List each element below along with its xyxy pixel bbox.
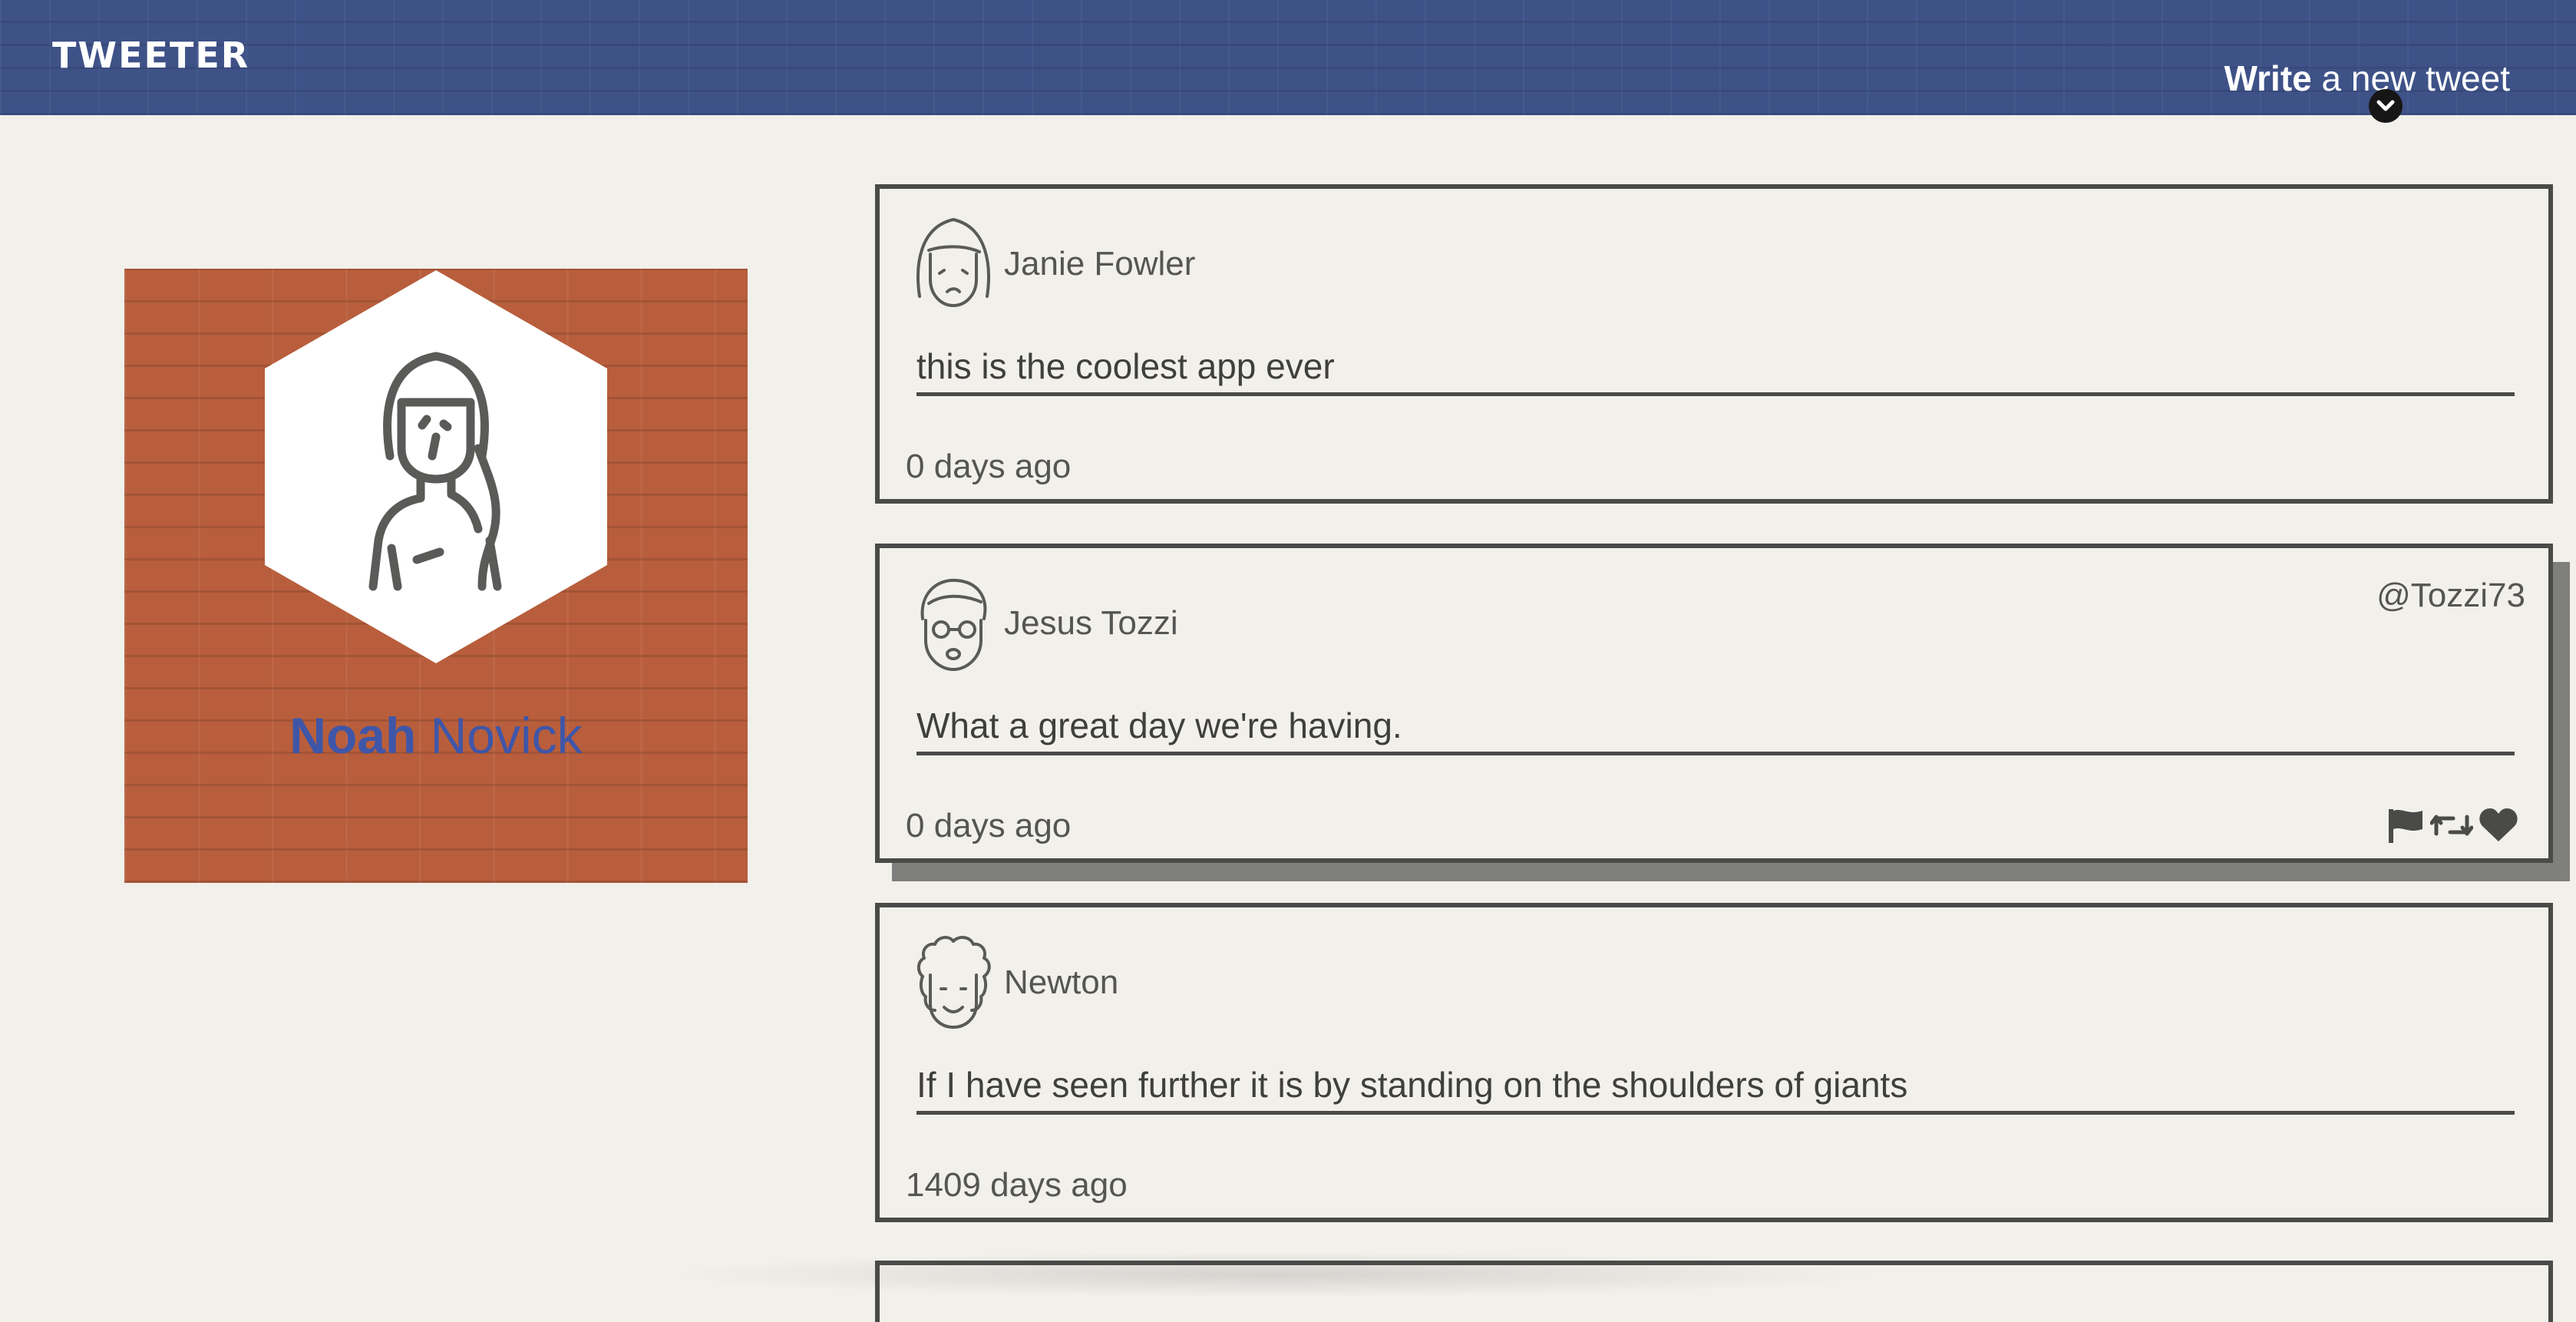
retweet-icon[interactable]: [2429, 806, 2474, 848]
tweet-author[interactable]: Janie Fowler: [1004, 245, 1195, 283]
flag-icon[interactable]: [2386, 806, 2426, 848]
compose-label-bold: Write: [2224, 58, 2312, 98]
profile-name: Noah Novick: [124, 706, 748, 765]
tweet-timestamp: 1409 days ago: [906, 1166, 1128, 1204]
chevron-down-icon[interactable]: [2369, 89, 2403, 123]
profile-avatar-frame: [265, 270, 607, 663]
profile-card: Noah Novick: [124, 269, 748, 883]
tweet-actions: [2386, 806, 2519, 848]
profile-last-name: Novick: [430, 707, 583, 764]
tweet-timestamp: 0 days ago: [906, 448, 1072, 485]
tweet-author[interactable]: Newton: [1004, 963, 1118, 1002]
tweet-card-partial: [875, 1261, 2553, 1322]
top-nav: TWEETER Write a new tweet: [0, 0, 2576, 115]
woman-avatar-icon: [368, 352, 502, 591]
woman-face-icon: [916, 218, 990, 307]
tweet-text: this is the coolest app ever: [916, 342, 2515, 396]
compose-tweet-button[interactable]: Write a new tweet: [2224, 58, 2510, 99]
tweet-author[interactable]: Jesus Tozzi: [1004, 604, 1178, 643]
tweet-card: Newton If I have seen further it is by s…: [875, 903, 2553, 1222]
tweet-handle[interactable]: @Tozzi73: [2376, 577, 2525, 615]
profile-first-name: Noah: [289, 707, 417, 764]
tweet-card: Janie Fowler this is the coolest app eve…: [875, 184, 2553, 504]
compose-label-rest: a new tweet: [2321, 58, 2510, 98]
tweet-timestamp: 0 days ago: [906, 807, 1072, 844]
tweet-card: Jesus Tozzi @Tozzi73 What a great day we…: [875, 544, 2553, 863]
tweet-text: What a great day we're having.: [916, 702, 2515, 755]
heart-icon[interactable]: [2478, 806, 2519, 848]
tweet-text: If I have seen further it is by standing…: [916, 1061, 2515, 1115]
curly-hair-face-icon: [917, 936, 991, 1029]
man-glasses-face-icon: [920, 578, 987, 671]
app-logo[interactable]: TWEETER: [52, 35, 249, 76]
